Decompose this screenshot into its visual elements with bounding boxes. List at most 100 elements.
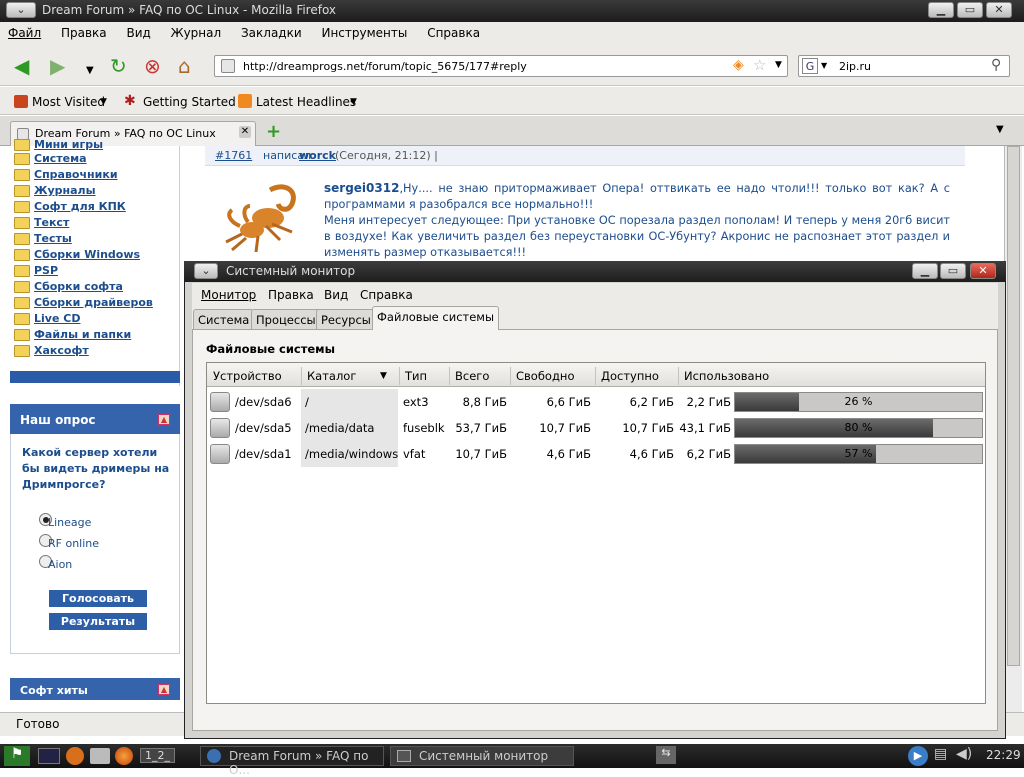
- sidebar-item-journals[interactable]: Журналы: [14, 184, 96, 200]
- bookmark-getting-started[interactable]: Getting Started: [143, 95, 236, 109]
- table-row[interactable]: /dev/sda5 /media/data fuseblk 53,7 ГиБ 1…: [207, 415, 985, 441]
- menu-view[interactable]: Вид: [324, 288, 348, 302]
- start-menu-icon[interactable]: ⚑: [4, 746, 30, 766]
- column-available[interactable]: Доступно: [601, 369, 659, 383]
- maximize-button[interactable]: ▭: [940, 263, 966, 279]
- back-icon[interactable]: ◀: [14, 55, 29, 77]
- sidebar-item-tests[interactable]: Тесты: [14, 232, 72, 248]
- table-row[interactable]: /dev/sda6 / ext3 8,8 ГиБ 6,6 ГиБ 6,2 ГиБ…: [207, 389, 985, 415]
- collapse-icon[interactable]: ▲: [158, 684, 170, 695]
- tab-system[interactable]: Система: [193, 309, 255, 330]
- post-number-link[interactable]: #1761: [215, 149, 252, 162]
- volume-icon[interactable]: ◀): [956, 746, 972, 762]
- reload-icon[interactable]: ↻: [110, 55, 127, 77]
- workspace-switcher[interactable]: 1_2_: [140, 748, 175, 763]
- bookmark-latest-headlines[interactable]: Latest Headlines: [256, 95, 356, 109]
- column-type[interactable]: Тип: [405, 369, 427, 383]
- sidebar-item-windows-builds[interactable]: Сборки Windows: [14, 248, 140, 264]
- bookmark-star-icon[interactable]: ☆: [753, 56, 766, 74]
- poll-option-aion-label[interactable]: Aion: [48, 558, 72, 571]
- tab-processes[interactable]: Процессы: [251, 309, 321, 330]
- menu-bookmarks[interactable]: Закладки: [233, 22, 310, 40]
- scrollbar-thumb[interactable]: [1007, 146, 1020, 666]
- tab-close-icon[interactable]: ✕: [239, 126, 251, 138]
- show-desktop-icon[interactable]: [38, 748, 60, 764]
- folder-icon: [14, 233, 30, 245]
- column-free[interactable]: Свободно: [516, 369, 574, 383]
- sidebar-item-psp[interactable]: PSP: [14, 264, 58, 280]
- sidebar-item-references[interactable]: Справочники: [14, 168, 118, 184]
- folder-icon: [14, 153, 30, 165]
- firefox-icon[interactable]: [115, 747, 133, 765]
- menu-file[interactable]: Файл: [0, 22, 49, 40]
- window-menu-button[interactable]: ⌄: [194, 263, 218, 279]
- clock[interactable]: 22:29: [986, 748, 1021, 762]
- window-menu-button[interactable]: ⌄: [6, 2, 36, 18]
- network-icon[interactable]: ⇆: [656, 746, 676, 764]
- minimize-button[interactable]: ▁: [912, 263, 938, 279]
- new-tab-plus-icon[interactable]: +: [266, 121, 281, 142]
- post-user-link[interactable]: sergei0312: [324, 181, 399, 195]
- history-dropdown-icon[interactable]: ▼: [86, 60, 94, 82]
- menu-monitor[interactable]: Монитор: [201, 288, 256, 302]
- table-row[interactable]: /dev/sda1 /media/windows vfat 10,7 ГиБ 4…: [207, 441, 985, 467]
- usage-percent: 26 %: [844, 395, 873, 408]
- sidebar-item-system[interactable]: Система: [14, 152, 87, 168]
- menu-tools[interactable]: Инструменты: [313, 22, 415, 40]
- poll-option-lineage-label[interactable]: Lineage: [48, 516, 91, 529]
- rss-feed-icon[interactable]: ◈: [733, 57, 744, 73]
- sidebar-item-soft-builds[interactable]: Сборки софта: [14, 280, 123, 296]
- sidebar-item-text[interactable]: Текст: [14, 216, 69, 232]
- stop-icon[interactable]: ⊗: [144, 55, 161, 77]
- menu-view[interactable]: Вид: [118, 22, 158, 40]
- search-input[interactable]: 2ip.ru: [839, 60, 871, 73]
- search-bar[interactable]: G ▼ 2ip.ru ⚲: [798, 55, 1010, 77]
- close-button[interactable]: ✕: [986, 2, 1012, 18]
- google-icon[interactable]: G: [802, 58, 818, 74]
- sidebar-item-haxsoft[interactable]: Хаксофт: [14, 344, 89, 360]
- sidebar-item-live-cd[interactable]: Live CD: [14, 312, 80, 328]
- chevron-down-icon[interactable]: ▼: [350, 97, 357, 107]
- menu-edit[interactable]: Правка: [268, 288, 314, 302]
- collapse-icon[interactable]: ▲: [158, 414, 170, 425]
- poll-option-rf-online-label[interactable]: RF online: [48, 537, 99, 550]
- taskbar-item-firefox[interactable]: Dream Forum » FAQ по О...: [200, 746, 384, 777]
- usage-bar: 26 %: [734, 392, 983, 412]
- url-bar[interactable]: http://dreamprogs.net/forum/topic_5675/1…: [214, 55, 788, 77]
- home-icon[interactable]: ⌂: [178, 55, 191, 77]
- maximize-button[interactable]: ▭: [957, 2, 983, 18]
- media-play-icon[interactable]: ▶: [908, 746, 928, 766]
- search-icon[interactable]: ⚲: [991, 57, 1001, 73]
- vote-button[interactable]: Голосовать: [49, 590, 147, 607]
- terminal-icon[interactable]: [90, 748, 110, 764]
- sidebar-item-pda-soft[interactable]: Софт для КПК: [14, 200, 126, 216]
- column-used[interactable]: Использовано: [684, 369, 769, 383]
- minimize-button[interactable]: ▁: [928, 2, 954, 18]
- menu-edit[interactable]: Правка: [53, 22, 115, 40]
- sidebar-item-files-folders[interactable]: Файлы и папки: [14, 328, 131, 344]
- post-author-link[interactable]: worck: [299, 149, 336, 162]
- clipboard-icon[interactable]: ▤: [934, 746, 947, 762]
- forward-icon[interactable]: ▶: [50, 55, 65, 77]
- sidebar-item-driver-builds[interactable]: Сборки драйверов: [14, 296, 153, 312]
- url-dropdown-icon[interactable]: ▼: [775, 60, 782, 70]
- column-device[interactable]: Устройство: [213, 369, 282, 383]
- column-total[interactable]: Всего: [455, 369, 489, 383]
- taskbar-item-system-monitor[interactable]: Системный монитор: [390, 746, 574, 766]
- page-vertical-scrollbar[interactable]: [1004, 146, 1022, 712]
- menu-help[interactable]: Справка: [360, 288, 413, 302]
- close-button[interactable]: ✕: [970, 263, 996, 279]
- bookmark-most-visited[interactable]: Most Visited: [32, 95, 105, 109]
- menu-history[interactable]: Журнал: [163, 22, 230, 40]
- tab-file-systems[interactable]: Файловые системы: [372, 306, 500, 330]
- column-directory[interactable]: Каталог: [307, 369, 356, 383]
- app-launcher-icon[interactable]: [66, 747, 84, 765]
- site-identity-icon[interactable]: [221, 59, 235, 73]
- results-button[interactable]: Результаты: [49, 613, 147, 630]
- search-engine-dropdown-icon[interactable]: ▼: [821, 61, 827, 70]
- tab-resources[interactable]: Ресурсы: [316, 309, 376, 330]
- menu-help[interactable]: Справка: [419, 22, 488, 40]
- chevron-down-icon[interactable]: ▼: [100, 97, 107, 107]
- tab-list-dropdown-icon[interactable]: ▼: [996, 124, 1004, 135]
- usage-percent: 80 %: [844, 421, 873, 434]
